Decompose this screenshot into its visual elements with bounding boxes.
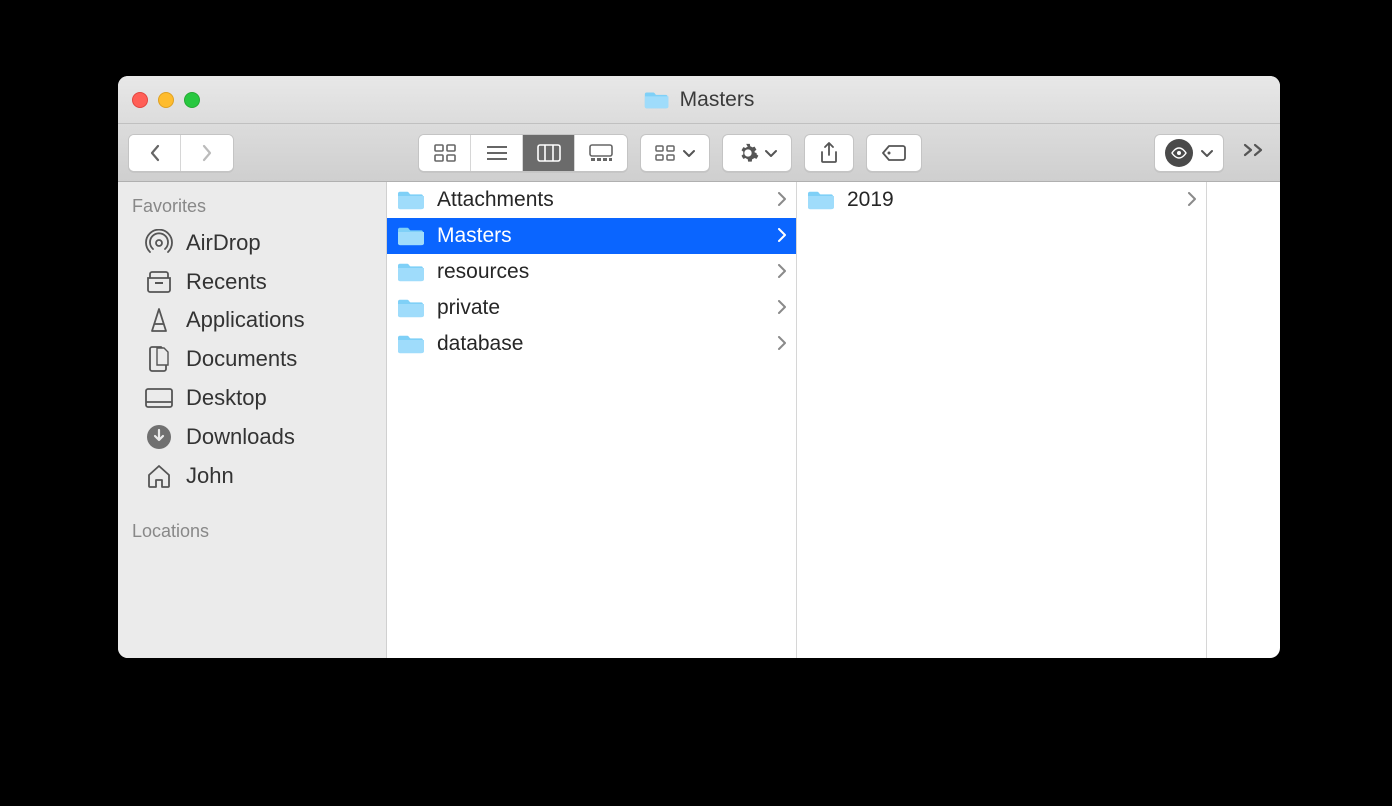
disclosure-arrow-icon (776, 224, 786, 248)
minimize-button[interactable] (158, 92, 174, 108)
folder-row[interactable]: Masters (387, 218, 796, 254)
sidebar-item-downloads[interactable]: Downloads (118, 417, 386, 457)
folder-icon (397, 261, 425, 283)
action-button[interactable] (722, 134, 792, 172)
preview-button[interactable] (1154, 134, 1224, 172)
sidebar-item-airdrop[interactable]: AirDrop (118, 223, 386, 263)
chevron-down-icon (765, 148, 777, 158)
folder-label: private (437, 296, 500, 320)
tags-button[interactable] (866, 134, 922, 172)
title-folder-icon (644, 90, 670, 110)
titlebar: Masters (118, 76, 1280, 124)
view-gallery-button[interactable] (575, 135, 627, 171)
folder-label: Attachments (437, 188, 554, 212)
chevron-down-icon (1201, 148, 1213, 158)
sidebar-heading-favorites: Favorites (118, 190, 386, 223)
overflow-button[interactable] (1236, 143, 1270, 162)
disclosure-arrow-icon (1186, 188, 1196, 212)
column-0[interactable]: Attachments Masters resources private (387, 182, 797, 658)
chevron-down-icon (683, 148, 695, 158)
folder-icon (397, 189, 425, 211)
zoom-button[interactable] (184, 92, 200, 108)
sidebar-item-home[interactable]: John (118, 457, 386, 495)
window-title: Masters (680, 88, 755, 112)
sidebar-heading-locations: Locations (118, 515, 386, 548)
sidebar-item-label: AirDrop (186, 230, 261, 256)
sidebar-item-label: Desktop (186, 385, 267, 411)
folder-label: database (437, 332, 523, 356)
view-switcher (418, 134, 628, 172)
recents-icon (144, 270, 174, 294)
folder-icon (807, 189, 835, 211)
toolbar (118, 124, 1280, 182)
arrange-button[interactable] (640, 134, 710, 172)
folder-icon (397, 333, 425, 355)
home-icon (144, 463, 174, 489)
view-icon-button[interactable] (419, 135, 471, 171)
nav-buttons (128, 134, 234, 172)
column-2[interactable] (1207, 182, 1280, 658)
sidebar-item-label: Applications (186, 307, 305, 333)
eye-icon (1165, 139, 1193, 167)
view-column-button[interactable] (523, 135, 575, 171)
folder-icon (397, 297, 425, 319)
documents-icon (144, 345, 174, 373)
sidebar: Favorites AirDrop Recents Applications (118, 182, 387, 658)
gear-icon (737, 142, 759, 164)
folder-label: resources (437, 260, 529, 284)
sidebar-item-label: Recents (186, 269, 267, 295)
downloads-icon (144, 423, 174, 451)
sidebar-item-label: John (186, 463, 234, 489)
sidebar-item-label: Documents (186, 346, 297, 372)
folder-row[interactable]: database (387, 326, 796, 362)
window-title-area: Masters (644, 88, 755, 112)
disclosure-arrow-icon (776, 332, 786, 356)
forward-button[interactable] (181, 135, 233, 171)
column-browser: Attachments Masters resources private (387, 182, 1280, 658)
back-button[interactable] (129, 135, 181, 171)
folder-row[interactable]: resources (387, 254, 796, 290)
sidebar-item-applications[interactable]: Applications (118, 301, 386, 339)
view-list-button[interactable] (471, 135, 523, 171)
folder-row[interactable]: private (387, 290, 796, 326)
folder-icon (397, 225, 425, 247)
traffic-lights (132, 92, 200, 108)
folder-label: 2019 (847, 188, 894, 212)
close-button[interactable] (132, 92, 148, 108)
disclosure-arrow-icon (776, 296, 786, 320)
sidebar-item-desktop[interactable]: Desktop (118, 379, 386, 417)
disclosure-arrow-icon (776, 188, 786, 212)
column-1[interactable]: 2019 (797, 182, 1207, 658)
folder-label: Masters (437, 224, 512, 248)
folder-row[interactable]: Attachments (387, 182, 796, 218)
disclosure-arrow-icon (776, 260, 786, 284)
finder-window: Masters (118, 76, 1280, 658)
sidebar-item-documents[interactable]: Documents (118, 339, 386, 379)
tag-icon (881, 144, 907, 162)
desktop-icon (144, 387, 174, 409)
content-area: Favorites AirDrop Recents Applications (118, 182, 1280, 658)
sidebar-item-recents[interactable]: Recents (118, 263, 386, 301)
folder-row[interactable]: 2019 (797, 182, 1206, 218)
applications-icon (144, 307, 174, 333)
airdrop-icon (144, 229, 174, 257)
share-icon (819, 142, 839, 164)
sidebar-item-label: Downloads (186, 424, 295, 450)
share-button[interactable] (804, 134, 854, 172)
